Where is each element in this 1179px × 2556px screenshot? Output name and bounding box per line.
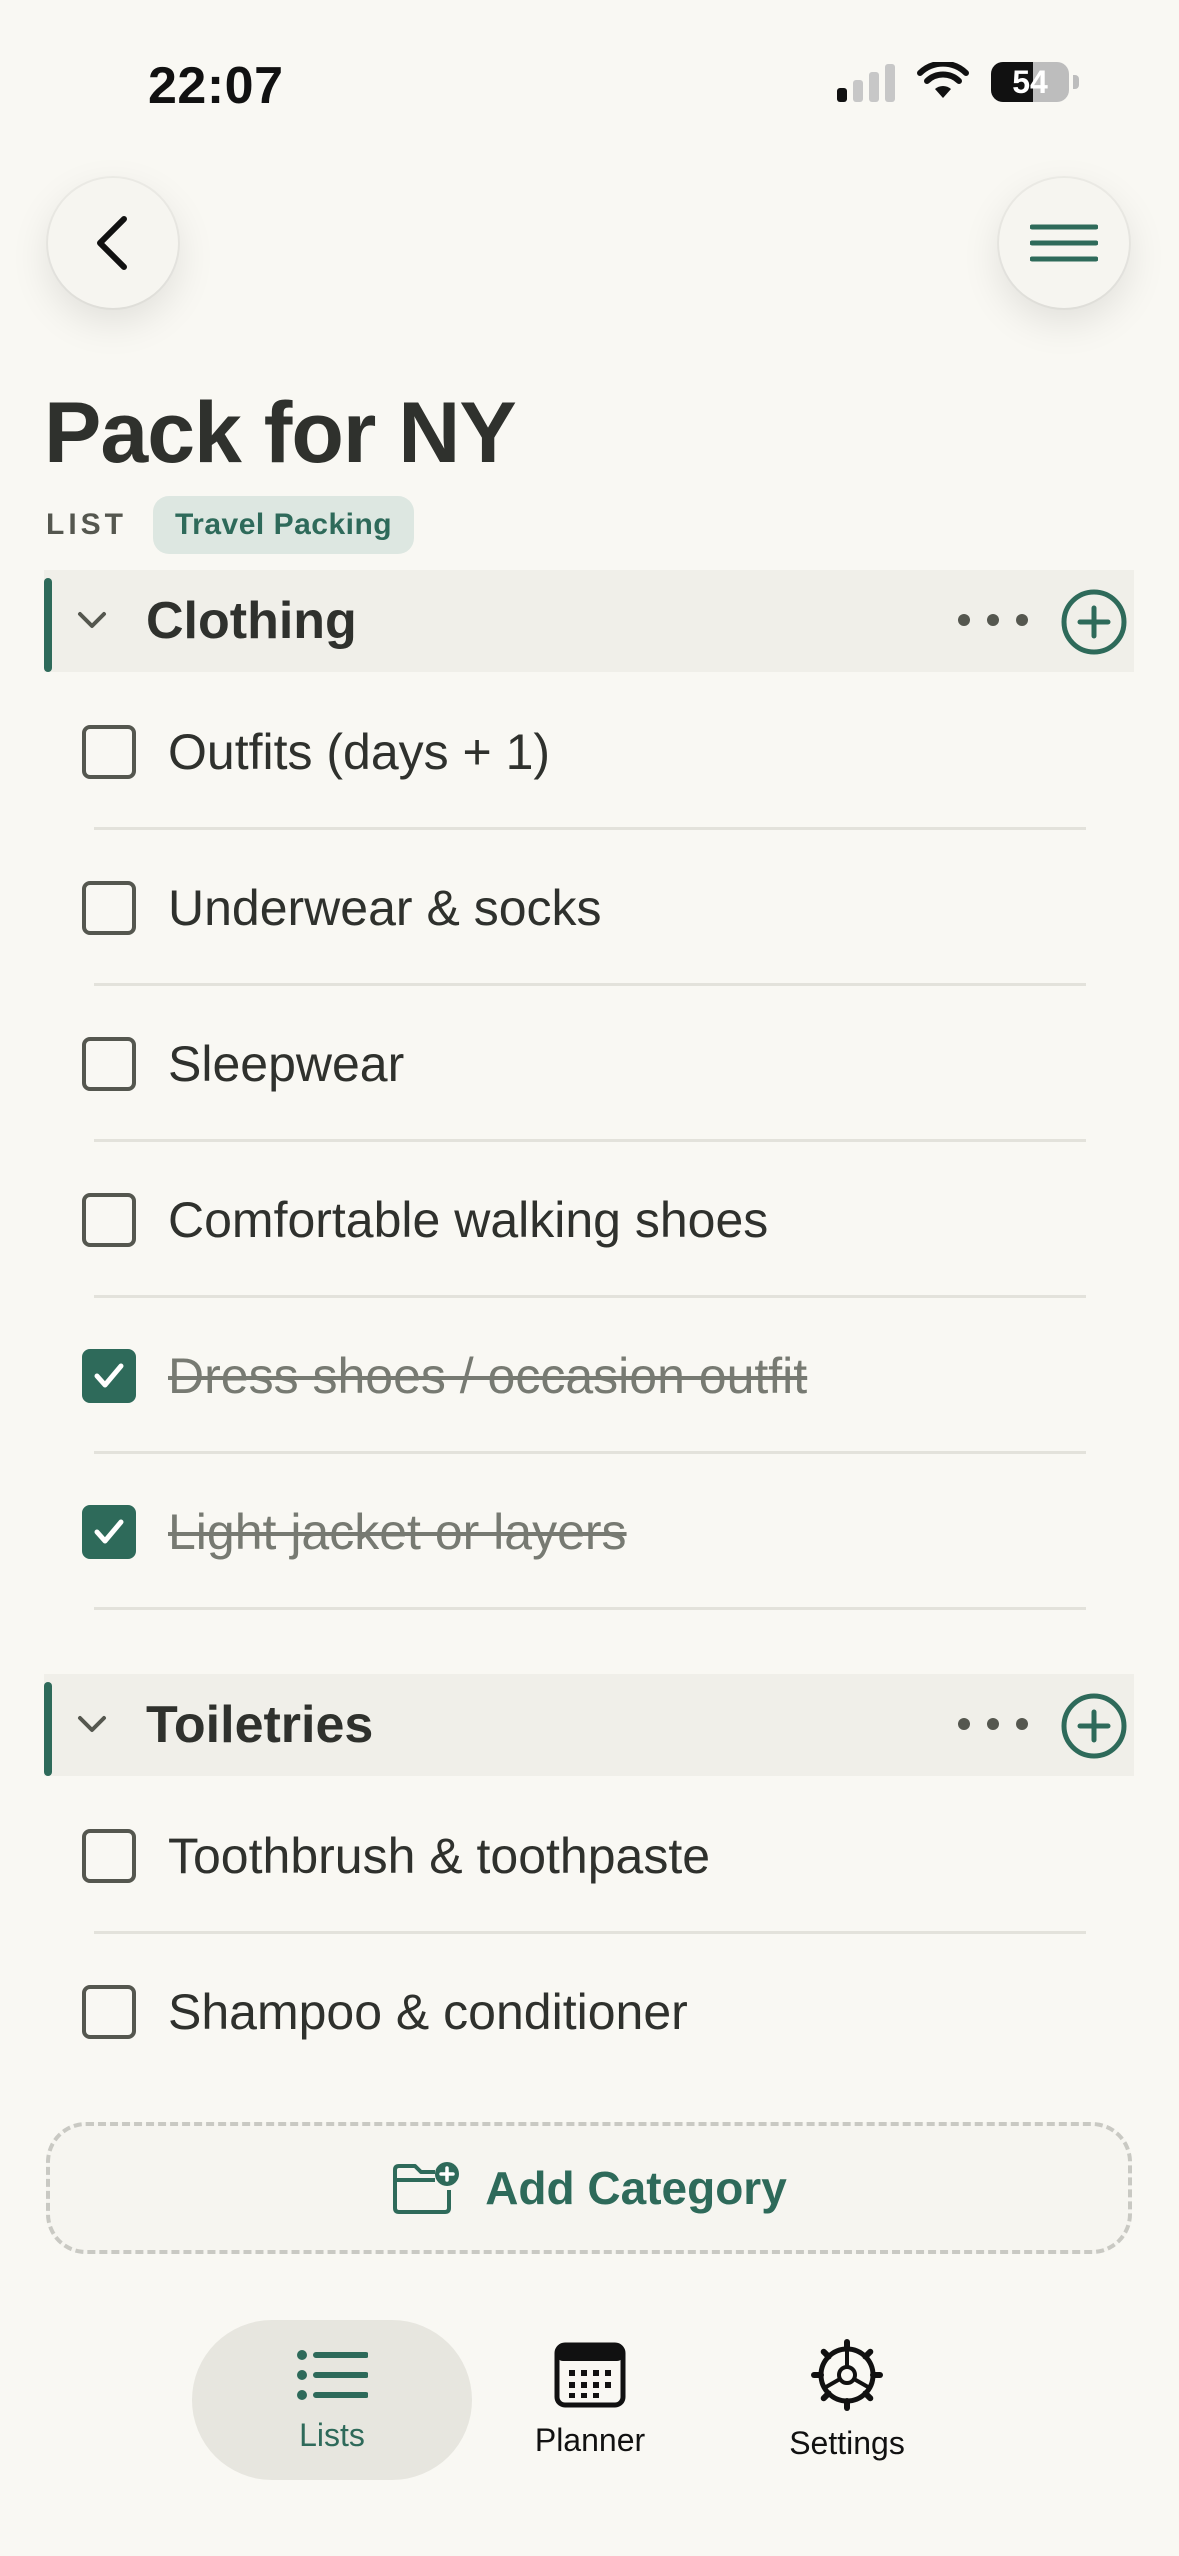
tab-planner[interactable]: Planner (450, 2320, 730, 2480)
checkbox[interactable] (82, 1829, 136, 1883)
status-bar: 22:07 54 (0, 0, 1179, 150)
category-tag[interactable]: Travel Packing (153, 496, 415, 554)
more-options-icon[interactable] (958, 602, 1028, 638)
category-title: Toiletries (146, 1696, 374, 1754)
category-title: Clothing (146, 592, 357, 650)
page-title: Pack for NY (44, 385, 517, 481)
battery-icon: 54 (991, 62, 1069, 102)
list-item[interactable]: Shampoo & conditioner (0, 1934, 1179, 2090)
status-time: 22:07 (148, 57, 284, 115)
list-item[interactable]: Sleepwear (0, 986, 1179, 1142)
add-item-icon[interactable] (1060, 588, 1128, 656)
item-label: Shampoo & conditioner (168, 1984, 688, 2040)
list-type-label: LIST (46, 508, 127, 541)
menu-button[interactable] (999, 178, 1129, 308)
calendar-icon (554, 2342, 626, 2407)
item-label: Sleepwear (168, 1036, 405, 1092)
back-button[interactable] (48, 178, 178, 308)
list-item[interactable]: Dress shoes / occasion outfit (0, 1298, 1179, 1454)
gear-icon (811, 2338, 883, 2411)
checkmark-icon (94, 1363, 124, 1388)
tab-settings[interactable]: Settings (707, 2320, 987, 2480)
cellular-signal-icon (837, 62, 895, 102)
list-icon (297, 2349, 368, 2400)
category-header-toiletries[interactable]: Toiletries (44, 1674, 1134, 1776)
tab-label: Lists (299, 2416, 365, 2453)
list-item[interactable]: Comfortable walking shoes (0, 1142, 1179, 1298)
status-icons: 54 (837, 62, 1079, 102)
wifi-icon (917, 62, 969, 98)
more-options-icon[interactable] (958, 1706, 1028, 1742)
chevron-down-icon[interactable] (72, 1704, 112, 1744)
category-header-clothing[interactable]: Clothing (44, 570, 1134, 672)
tab-label: Settings (789, 2424, 905, 2461)
list-item[interactable]: Underwear & socks (0, 830, 1179, 986)
checkmark-icon (94, 1519, 124, 1544)
item-label: Light jacket or layers (168, 1504, 627, 1560)
checkbox[interactable] (82, 881, 136, 935)
checkbox-checked[interactable] (82, 1505, 136, 1559)
hamburger-icon (1030, 224, 1098, 262)
checkbox[interactable] (82, 1037, 136, 1091)
checkbox-checked[interactable] (82, 1349, 136, 1403)
list-item[interactable]: Light jacket or layers (0, 1454, 1179, 1610)
item-label: Outfits (days + 1) (168, 724, 551, 780)
add-item-icon[interactable] (1060, 1692, 1128, 1760)
list-item[interactable]: Outfits (days + 1) (0, 674, 1179, 830)
tab-label: Planner (534, 2421, 646, 2458)
list-item[interactable]: Toothbrush & toothpaste (0, 1778, 1179, 1934)
battery-level: 54 (1012, 63, 1048, 100)
list-meta: LIST Travel Packing (46, 496, 415, 554)
add-category-button[interactable]: Add Category (46, 2122, 1132, 2254)
item-label: Underwear & socks (168, 880, 602, 936)
chevron-left-icon (97, 216, 127, 270)
checkbox[interactable] (82, 1985, 136, 2039)
checkbox[interactable] (82, 1193, 136, 1247)
item-label: Toothbrush & toothpaste (168, 1828, 711, 1884)
folder-add-icon (393, 2162, 460, 2214)
item-label: Dress shoes / occasion outfit (168, 1348, 808, 1404)
tab-lists[interactable]: Lists (192, 2320, 472, 2480)
tab-bar: Lists Planner Settings (0, 2300, 1179, 2556)
item-label: Comfortable walking shoes (168, 1192, 769, 1248)
add-category-label: Add Category (485, 2162, 787, 2214)
checkbox[interactable] (82, 725, 136, 779)
chevron-down-icon[interactable] (72, 600, 112, 640)
